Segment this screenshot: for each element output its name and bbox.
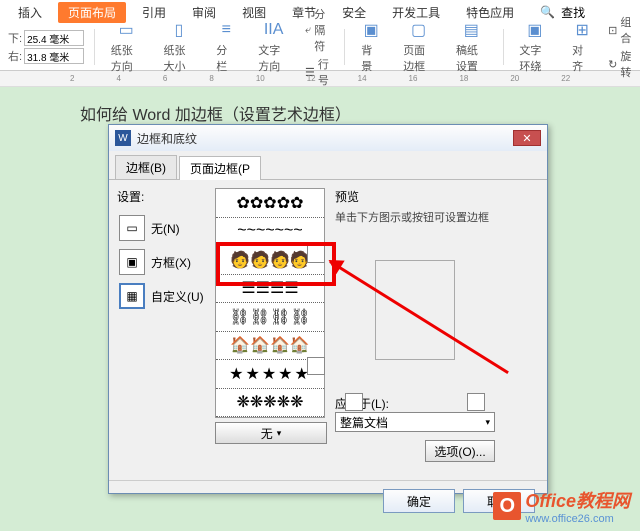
orientation-button[interactable]: ▭纸张方向 xyxy=(105,18,148,76)
word-icon: W xyxy=(115,130,131,146)
preview-area xyxy=(335,235,495,385)
art-pattern-8[interactable]: ❋❋❋❋❋ xyxy=(216,389,324,418)
background-button[interactable]: ▣背景 xyxy=(355,18,387,76)
setting-custom[interactable]: ▦自定义(U) xyxy=(117,279,207,313)
tab-border[interactable]: 边框(B) xyxy=(115,155,177,179)
border-dialog: W 边框和底纹 ✕ 边框(B) 页面边框(P 设置: ▭无(N) ▣方框(X) … xyxy=(108,124,548,494)
textfx-button[interactable]: ▣文字环绕 xyxy=(513,18,556,76)
watermark-main: Office教程网 xyxy=(525,491,630,511)
textfx-icon: ▣ xyxy=(525,20,545,40)
watermark: O Office教程网 www.office26.com xyxy=(493,487,630,525)
annotation-box xyxy=(216,242,336,286)
tab-insert[interactable]: 插入 xyxy=(8,2,52,23)
textdir-icon: IIA xyxy=(264,20,284,40)
rotate-icon: ↻ xyxy=(608,58,617,71)
none-icon: ▭ xyxy=(119,215,145,241)
options-button[interactable]: 选项(O)... xyxy=(425,440,495,462)
document-title: 如何给 Word 加边框（设置艺术边框） xyxy=(80,101,640,125)
ok-button[interactable]: 确定 xyxy=(383,489,455,513)
art-pattern-5[interactable]: ⛓⛓⛓⛓ xyxy=(216,303,324,332)
setting-box[interactable]: ▣方框(X) xyxy=(117,245,207,279)
custom-icon: ▦ xyxy=(119,283,145,309)
columns-icon: ≡ xyxy=(216,20,236,40)
setting-none[interactable]: ▭无(N) xyxy=(117,211,207,245)
watermark-sub: www.office26.com xyxy=(525,513,630,525)
group-icon: ⊡ xyxy=(608,24,617,37)
toggle-left[interactable] xyxy=(345,393,363,411)
apply-select[interactable]: 整篇文档 xyxy=(335,412,495,432)
art-pattern-1[interactable]: ✿✿✿✿✿ xyxy=(216,189,324,218)
size-icon: ▯ xyxy=(169,20,189,40)
art-none-button[interactable]: 无 xyxy=(215,422,327,444)
background-icon: ▣ xyxy=(361,20,381,40)
align-button[interactable]: ⊞对齐 xyxy=(566,18,598,76)
art-pattern-6[interactable]: 🏠🏠🏠🏠 xyxy=(216,332,324,361)
paper-icon: ▤ xyxy=(461,20,481,40)
close-button[interactable]: ✕ xyxy=(513,130,541,146)
settings-label: 设置: xyxy=(117,188,207,205)
page-border-button[interactable]: ▢页面边框 xyxy=(397,18,440,76)
rotate-button[interactable]: ↻旋转 xyxy=(608,48,632,80)
art-border-list[interactable]: ✿✿✿✿✿ ~~~~~~~ 🧑🧑🧑🧑 ☰☰☰☰ ⛓⛓⛓⛓ 🏠🏠🏠🏠 ★★★★★ … xyxy=(215,188,325,418)
box-icon: ▣ xyxy=(119,249,145,275)
break-icon: ⤶ xyxy=(305,24,311,37)
toggle-right[interactable] xyxy=(467,393,485,411)
office-logo-icon: O xyxy=(493,492,521,520)
toggle-bottom[interactable] xyxy=(307,357,325,375)
margin-top-label: 下: xyxy=(8,30,22,46)
preview-label: 预览 xyxy=(335,188,539,205)
search-icon[interactable]: 🔍 xyxy=(540,5,555,19)
dialog-titlebar[interactable]: W 边框和底纹 ✕ xyxy=(109,125,547,151)
textdir-button[interactable]: IIA文字方向 xyxy=(252,18,295,76)
apply-label: 应用于(L): xyxy=(335,395,539,412)
margin-left-label: 右: xyxy=(8,48,22,64)
size-button[interactable]: ▯纸张大小 xyxy=(158,18,201,76)
dialog-title: 边框和底纹 xyxy=(137,130,197,147)
columns-button[interactable]: ≡分栏 xyxy=(210,18,242,76)
paper-button[interactable]: ▤稿纸设置 xyxy=(450,18,493,76)
lineno-button[interactable]: ☰行号 xyxy=(305,56,334,88)
orientation-icon: ▭ xyxy=(116,20,136,40)
preview-rect xyxy=(375,260,455,360)
preview-hint: 单击下方图示或按钮可设置边框 xyxy=(335,209,539,225)
margin-left-input[interactable] xyxy=(24,48,84,64)
break-button[interactable]: ⤶分隔符 xyxy=(305,6,334,54)
margin-top-input[interactable] xyxy=(24,30,84,46)
group-button[interactable]: ⊡组合 xyxy=(608,14,632,46)
tab-page-border[interactable]: 页面边框(P xyxy=(179,156,261,180)
page-border-icon: ▢ xyxy=(409,20,429,40)
align-icon: ⊞ xyxy=(572,20,592,40)
